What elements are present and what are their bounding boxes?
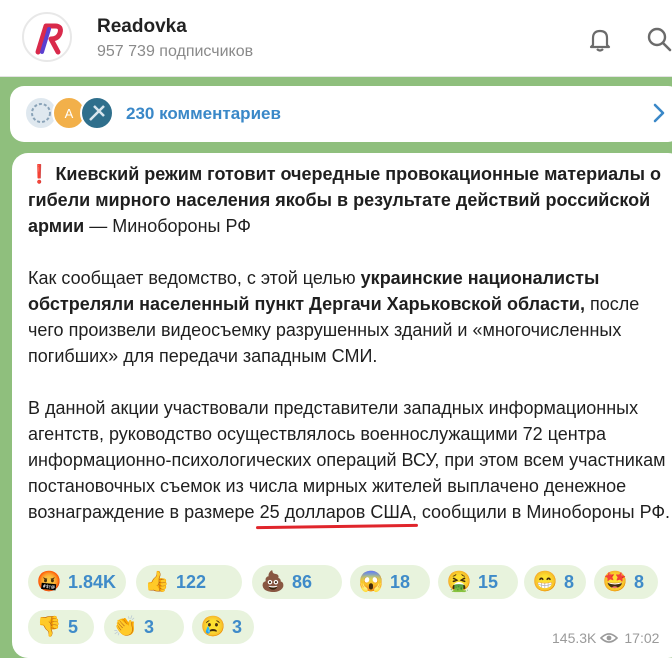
reaction-count: 86 (292, 571, 313, 592)
reaction-count: 8 (564, 571, 575, 592)
reaction-count: 3 (144, 616, 155, 637)
bell-icon[interactable] (585, 24, 615, 54)
underlined-amount: 25 долларов США (259, 502, 412, 522)
clapping-icon: 👏 (112, 616, 138, 638)
paragraph-2-start: Как сообщает ведомство, с этой целью (28, 268, 361, 288)
chevron-right-icon[interactable] (650, 100, 668, 126)
grinning-face-icon: 😁 (532, 571, 558, 593)
reaction-screaming[interactable]: 😱 18 (350, 565, 430, 599)
reaction-count: 3 (232, 616, 243, 637)
reaction-clapping[interactable]: 👏 3 (104, 610, 184, 644)
poop-icon: 💩 (260, 571, 286, 593)
commenter-avatar (80, 96, 114, 130)
message-meta: 145.3K 17:02 (552, 630, 659, 646)
reaction-count: 1.84K (67, 571, 116, 592)
reaction-grinning[interactable]: 😁 8 (524, 565, 586, 599)
thumbs-down-icon: 👎 (36, 616, 62, 638)
search-icon[interactable] (644, 24, 672, 54)
paragraph-3-tail: , сообщили в Минобороны РФ. (411, 502, 671, 522)
reaction-crying[interactable]: 😢 3 (192, 610, 254, 644)
reaction-count: 122 (176, 571, 207, 592)
channel-header: Readovka 957 739 подписчиков (0, 0, 672, 77)
reaction-poop[interactable]: 💩 86 (252, 565, 342, 599)
view-count: 145.3K (552, 630, 597, 646)
headline-source: — Минобороны РФ (84, 216, 251, 236)
paragraph-3: В данной акции участвовали представители… (28, 395, 672, 525)
star-struck-icon: 🤩 (602, 571, 628, 593)
message-time: 17:02 (624, 630, 660, 646)
reaction-count: 5 (68, 616, 79, 637)
svg-text:A: A (65, 106, 74, 121)
message-bubble: ❗ Киевский режим готовит очередные прово… (12, 153, 672, 658)
comments-count-link[interactable]: 230 комментариев (126, 104, 281, 124)
thumbs-up-icon: 👍 (144, 571, 170, 593)
reaction-angry[interactable]: 🤬 1.84K (28, 565, 126, 599)
message-text: ❗ Киевский режим готовит очередные прово… (28, 161, 672, 551)
angry-face-icon: 🤬 (36, 571, 62, 593)
reaction-count: 8 (634, 571, 645, 592)
paragraph-2: Как сообщает ведомство, с этой целью укр… (28, 265, 672, 369)
vomiting-face-icon: 🤮 (446, 571, 472, 593)
reaction-count: 18 (390, 571, 411, 592)
reaction-thumbs-up[interactable]: 👍 122 (136, 565, 242, 599)
reaction-thumbs-down[interactable]: 👎 5 (28, 610, 94, 644)
reaction-vomiting[interactable]: 🤮 15 (438, 565, 518, 599)
eye-icon (600, 633, 619, 643)
exclamation-icon: ❗ (28, 164, 51, 184)
crying-face-icon: 😢 (200, 616, 226, 638)
channel-name[interactable]: Readovka (97, 16, 187, 38)
screaming-face-icon: 😱 (358, 571, 384, 593)
channel-avatar[interactable] (22, 12, 72, 62)
reaction-count: 15 (478, 571, 499, 592)
subscriber-count: 957 739 подписчиков (97, 43, 254, 60)
readovka-logo-icon (28, 18, 70, 60)
reaction-star-struck[interactable]: 🤩 8 (594, 565, 658, 599)
paragraph-1: ❗ Киевский режим готовит очередные прово… (28, 161, 672, 239)
comments-bar[interactable]: A 230 комментариев (10, 86, 672, 142)
